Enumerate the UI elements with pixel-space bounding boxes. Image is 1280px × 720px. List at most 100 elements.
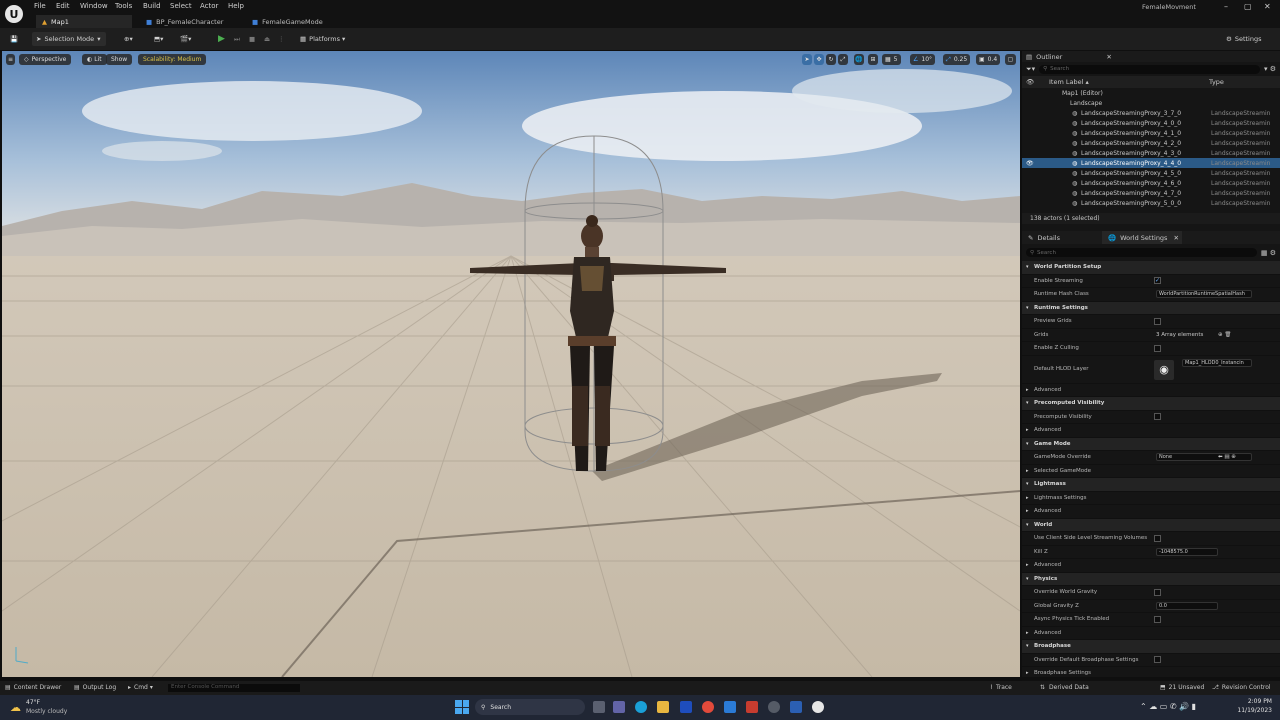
expand-arrow-icon[interactable]: ▾	[1026, 481, 1029, 487]
details-property-row[interactable]: ▸ Advanced	[1022, 424, 1280, 438]
clock-date[interactable]: 11/19/2023	[1236, 707, 1272, 714]
menu-help[interactable]: Help	[228, 2, 244, 10]
vscode-icon[interactable]	[724, 701, 736, 713]
expand-arrow-icon[interactable]: ▾	[1026, 264, 1029, 270]
details-property-row[interactable]: ▸ Lightmass Settings	[1022, 492, 1280, 505]
details-category[interactable]: ▾ World Partition Setup	[1022, 261, 1280, 275]
close-tab-icon[interactable]: ✕	[1173, 234, 1178, 242]
details-property-row[interactable]: ▸ Advanced	[1022, 559, 1280, 573]
tab-details[interactable]: ✎ Details	[1022, 234, 1102, 242]
filter-icon[interactable]: ⏷▾	[1026, 65, 1035, 74]
word-icon[interactable]	[790, 701, 802, 713]
camera-speed-button[interactable]: ▣ 0.4	[976, 54, 1001, 65]
minimize-icon[interactable]: –	[1224, 2, 1228, 11]
property-checkbox[interactable]	[1154, 615, 1161, 623]
add-content-icon[interactable]: ⊕▾	[120, 32, 137, 46]
asset-browse-icon[interactable]: ⬅ ▤ ⊕	[1218, 454, 1236, 460]
property-checkbox[interactable]	[1154, 413, 1161, 421]
tab-bp-female-character[interactable]: ■ BP_FemaleCharacter	[140, 15, 244, 28]
world-space-icon[interactable]: 🌐	[854, 54, 864, 65]
file-explorer-icon[interactable]	[657, 701, 669, 713]
collapse-arrow-icon[interactable]: ▸	[1026, 468, 1029, 474]
expand-arrow-icon[interactable]: ▾	[1026, 576, 1029, 582]
rotate-tool-icon[interactable]: ↻	[826, 54, 836, 65]
content-drawer-button[interactable]: ▤ Content Drawer	[5, 684, 61, 691]
outliner-row[interactable]: ◍ LandscapeStreamingProxy_4_3_0 LandscapeS…	[1022, 148, 1280, 158]
more-options-icon[interactable]: ⋮	[274, 32, 289, 46]
show-button[interactable]: Show	[106, 54, 133, 65]
collapse-arrow-icon[interactable]: ▸	[1026, 508, 1029, 514]
select-tool-icon[interactable]: ➤	[802, 54, 812, 65]
outliner-settings-icon[interactable]: ▾ ⚙	[1264, 65, 1276, 73]
collapse-arrow-icon[interactable]: ▸	[1026, 562, 1029, 568]
menu-build[interactable]: Build	[143, 2, 161, 10]
details-property-row[interactable]: ▸ Advanced	[1022, 384, 1280, 397]
outliner-row[interactable]: ◍ LandscapeStreamingProxy_3_7_0 LandscapeS…	[1022, 108, 1280, 118]
visibility-icon[interactable]: 👁	[1026, 160, 1034, 167]
details-category[interactable]: ▾ Broadphase	[1022, 640, 1280, 654]
surface-snap-icon[interactable]: ⊞	[868, 54, 878, 65]
stop-icon[interactable]: ■	[245, 32, 259, 46]
outliner-tab[interactable]: ▤ Outliner ✕	[1022, 51, 1280, 62]
collapse-arrow-icon[interactable]: ▸	[1026, 495, 1029, 501]
property-dropdown[interactable]: None	[1156, 453, 1252, 462]
menu-window[interactable]: Window	[80, 2, 108, 10]
details-category[interactable]: ▾ Physics	[1022, 572, 1280, 586]
viewport-menu-icon[interactable]: ≡	[6, 54, 15, 65]
lit-button[interactable]: ◐ Lit	[82, 54, 107, 65]
property-checkbox[interactable]	[1154, 588, 1161, 596]
property-checkbox[interactable]	[1154, 317, 1161, 325]
menu-actor[interactable]: Actor	[200, 2, 218, 10]
property-checkbox[interactable]	[1154, 344, 1161, 352]
property-input[interactable]: -1048575.0	[1156, 547, 1218, 556]
menu-select[interactable]: Select	[170, 2, 192, 10]
outliner-row[interactable]: ◍ LandscapeStreamingProxy_4_2_0 LandscapeS…	[1022, 138, 1280, 148]
close-tab-icon[interactable]: ✕	[1106, 53, 1111, 61]
console-command-input[interactable]: Enter Console Command	[168, 684, 300, 692]
outliner-row[interactable]: ◍ LandscapeStreamingProxy_4_7_0 LandscapeS…	[1022, 188, 1280, 198]
system-tray-icons[interactable]: ⌃ ☁ ▭ ✆ 🔊 ▮	[1140, 702, 1196, 711]
expand-arrow-icon[interactable]: ▾	[1026, 522, 1029, 528]
taskbar-search[interactable]: ⚲ Search	[475, 699, 585, 715]
windows-start-icon[interactable]	[455, 700, 469, 714]
outliner-row[interactable]: ◍ LandscapeStreamingProxy_5_0_0 LandscapeS…	[1022, 198, 1280, 208]
save-icon[interactable]: 💾	[6, 32, 22, 46]
outliner-search-input[interactable]: ⚲ Search	[1039, 64, 1260, 74]
scalability-button[interactable]: Scalability: Medium	[138, 54, 207, 65]
expand-arrow-icon[interactable]: ▾	[1026, 400, 1029, 406]
collapse-arrow-icon[interactable]: ▸	[1026, 670, 1029, 676]
property-checkbox[interactable]	[1154, 534, 1161, 542]
scale-snap-button[interactable]: ⤢ 0.25	[943, 54, 971, 65]
revision-control-button[interactable]: ⎇ Revision Control	[1212, 684, 1271, 691]
outliner-row[interactable]: ◍ LandscapeStreamingProxy_4_6_0 LandscapeS…	[1022, 178, 1280, 188]
grid-snap-button[interactable]: ▦ 5	[882, 54, 901, 65]
translate-tool-icon[interactable]: ✥	[814, 54, 824, 65]
chrome-icon[interactable]	[702, 701, 714, 713]
output-log-button[interactable]: ▤ Output Log	[74, 684, 116, 691]
property-input[interactable]: 0.0	[1156, 601, 1218, 610]
selection-mode-dropdown[interactable]: ➤ Selection Mode ▾	[32, 32, 106, 46]
details-category[interactable]: ▾ Precomputed Visibility	[1022, 397, 1280, 411]
tab-world-settings[interactable]: 🌐 World Settings ✕	[1102, 231, 1182, 244]
hlod-thumbnail-icon[interactable]: ◉	[1154, 359, 1174, 380]
tree-root-row[interactable]: Map1 (Editor)	[1022, 88, 1280, 98]
menu-file[interactable]: File	[34, 2, 46, 10]
property-checkbox[interactable]	[1154, 656, 1161, 664]
outliner-row[interactable]: ◍ LandscapeStreamingProxy_4_1_0 LandscapeS…	[1022, 128, 1280, 138]
eject-icon[interactable]: ⏏	[260, 32, 274, 46]
collapse-arrow-icon[interactable]: ▸	[1026, 630, 1029, 636]
property-dropdown[interactable]: WorldPartitionRuntimeSpatialHash	[1156, 290, 1252, 299]
array-add-remove-icon[interactable]: ⊕ 🗑	[1218, 332, 1231, 338]
details-category[interactable]: ▾ Runtime Settings	[1022, 301, 1280, 315]
unreal-taskbar-icon[interactable]	[812, 701, 824, 713]
details-view-options-icon[interactable]: ▦ ⚙	[1261, 249, 1276, 257]
outliner-row[interactable]: 👁 ◍ LandscapeStreamingProxy_4_4_0 Landscape…	[1022, 158, 1280, 168]
tab-map1[interactable]: ▲ Map1	[36, 15, 132, 28]
derived-data-button[interactable]: ⇅ Derived Data	[1040, 684, 1089, 691]
blueprint-menu-icon[interactable]: ⬒▾	[150, 32, 167, 46]
unsaved-button[interactable]: ⬒ 21 Unsaved	[1160, 684, 1204, 691]
menu-tools[interactable]: Tools	[115, 2, 132, 10]
hlod-layer-dropdown[interactable]: Map1_HLOD0_Instancin	[1182, 358, 1252, 367]
menu-edit[interactable]: Edit	[56, 2, 70, 10]
details-search-input[interactable]: ⚲ Search	[1026, 248, 1257, 257]
